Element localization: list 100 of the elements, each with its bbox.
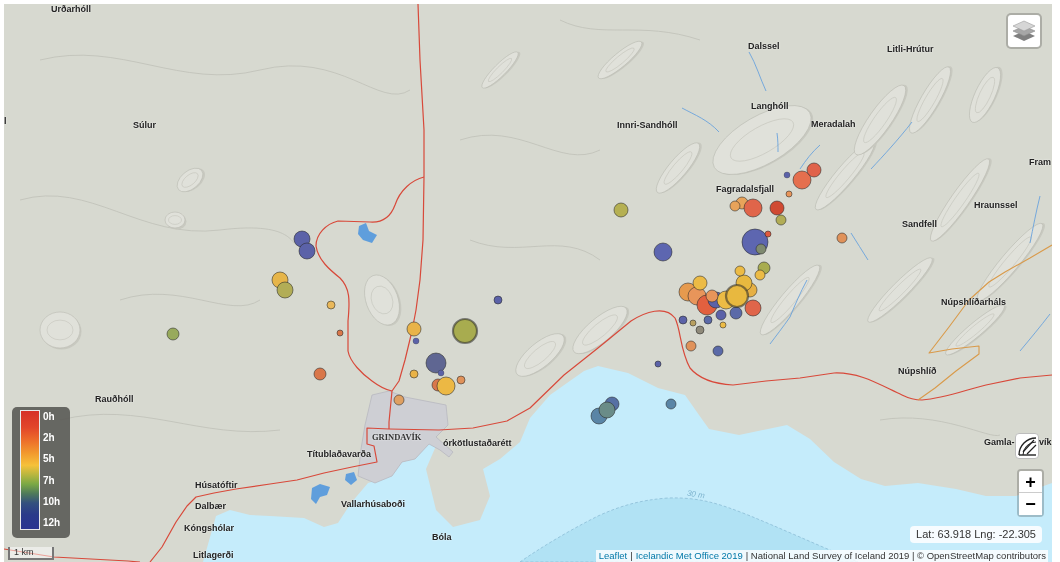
earthquake-marker[interactable] — [678, 315, 688, 325]
place-label: vík — [1039, 436, 1052, 448]
stream-line — [870, 121, 913, 170]
earthquake-marker[interactable] — [785, 190, 793, 198]
earthquake-marker[interactable] — [769, 200, 785, 216]
hill-shading — [854, 84, 908, 156]
earthquake-marker[interactable] — [692, 275, 708, 291]
earthquake-marker[interactable] — [743, 198, 763, 218]
earthquake-marker[interactable] — [313, 367, 327, 381]
earthquake-marker[interactable] — [425, 352, 447, 374]
earthquake-marker[interactable] — [406, 321, 422, 337]
place-label: Rauðhóll — [95, 393, 134, 405]
place-label: Dalbær — [195, 500, 226, 512]
place-label: Meradalah — [811, 118, 856, 130]
earthquake-marker[interactable] — [276, 281, 294, 299]
earthquake-marker[interactable] — [744, 299, 762, 317]
earthquake-marker[interactable] — [412, 337, 420, 345]
earthquake-marker[interactable] — [734, 265, 746, 277]
earthquake-marker[interactable] — [393, 394, 405, 406]
earthquake-marker[interactable] — [705, 289, 719, 303]
earthquake-marker[interactable] — [729, 200, 741, 212]
hill-shading — [176, 167, 205, 193]
town-label: GRINDAVÍK — [372, 431, 422, 443]
stream-line — [850, 232, 869, 261]
place-label: Litli-Hrútur — [887, 43, 934, 55]
earthquake-marker[interactable] — [724, 283, 750, 309]
earthquake-marker[interactable] — [689, 319, 697, 327]
earthquake-marker[interactable] — [437, 369, 445, 377]
legend-label: 0h — [43, 411, 56, 423]
hill-shading — [39, 311, 82, 350]
place-label: Bóla — [432, 531, 452, 543]
place-label: Innri-Sandhóll — [617, 119, 678, 131]
earthquake-marker[interactable] — [783, 171, 791, 179]
earthquake-marker[interactable] — [719, 321, 727, 329]
earthquake-marker[interactable] — [654, 360, 662, 368]
measure-button[interactable] — [1015, 433, 1039, 459]
stream-line — [748, 51, 767, 92]
earthquake-marker[interactable] — [715, 309, 727, 321]
earthquake-marker[interactable] — [613, 202, 629, 218]
earthquake-marker[interactable] — [685, 340, 697, 352]
earthquake-marker[interactable] — [598, 401, 616, 419]
earthquake-marker[interactable] — [653, 242, 673, 262]
attribution-text: | National Land Survey of Iceland 2019 | © OpenStreetMap contributors — [745, 550, 1046, 562]
earthquake-marker[interactable] — [806, 162, 822, 178]
hill-shading — [364, 274, 402, 326]
earthquake-marker[interactable] — [775, 214, 787, 226]
earthquake-marker[interactable] — [712, 345, 724, 357]
lake — [358, 223, 377, 243]
place-label: Gamla- — [984, 436, 1015, 448]
hill-shading — [656, 142, 702, 194]
earthquake-marker[interactable] — [792, 170, 812, 190]
place-label: Núpshlíð — [898, 365, 937, 377]
hill-shading — [909, 66, 953, 134]
place-label: Húsatóftir — [195, 479, 238, 491]
hill-shading — [760, 264, 822, 336]
layers-button[interactable] — [1006, 13, 1042, 49]
earthquake-marker[interactable] — [665, 398, 677, 410]
earthquake-marker[interactable] — [754, 269, 766, 281]
hill-shading — [969, 66, 1003, 123]
hill-shading — [164, 211, 187, 230]
earthquake-marker[interactable] — [836, 232, 848, 244]
earthquake-marker[interactable] — [764, 230, 772, 238]
earthquake-marker[interactable] — [298, 242, 316, 260]
scale-bar: 1 km — [8, 547, 54, 560]
place-label: Urðarhóll — [51, 4, 91, 15]
earthquake-marker[interactable] — [695, 325, 705, 335]
legend-label: 2h — [43, 432, 56, 445]
place-label: l — [4, 115, 7, 127]
attribution-link[interactable]: Leaflet — [598, 550, 628, 562]
protractor-icon — [1017, 436, 1037, 456]
earthquake-marker[interactable] — [326, 300, 336, 310]
stream-line — [1029, 195, 1041, 244]
place-label: Fagradalsfjall — [716, 183, 775, 195]
earthquake-marker[interactable] — [451, 317, 479, 345]
earthquake-marker[interactable] — [166, 327, 180, 341]
hill-shading — [515, 333, 567, 377]
place-label: Litlagerði — [193, 549, 234, 561]
place-label: Fram — [1029, 156, 1051, 168]
attribution-link[interactable]: Icelandic Met Office 2019 — [635, 550, 743, 562]
zoom-in-button[interactable]: + — [1019, 471, 1042, 493]
legend-label: 12h — [43, 516, 61, 529]
place-label: órkötlustaðarétt — [443, 437, 512, 449]
hill-shading — [867, 257, 935, 323]
earthquake-marker[interactable] — [456, 375, 466, 385]
earthquake-marker[interactable] — [336, 329, 344, 337]
stream-line — [1019, 313, 1051, 352]
coordinates-readout: Lat: 63.918 Lng: -22.305 — [910, 526, 1042, 543]
zoom-out-button[interactable]: − — [1019, 493, 1042, 515]
earthquake-marker[interactable] — [729, 306, 743, 320]
earthquake-marker[interactable] — [409, 369, 419, 379]
place-label: Súlur — [133, 119, 156, 131]
earthquake-marker[interactable] — [493, 295, 503, 305]
place-label: Vallarhúsaboði — [341, 498, 406, 510]
earthquake-marker[interactable] — [755, 243, 767, 255]
earthquake-marker[interactable] — [436, 376, 456, 396]
place-label: Sandfell — [902, 218, 937, 230]
earthquake-marker[interactable] — [703, 315, 713, 325]
place-label: Dalssel — [748, 40, 780, 52]
stream-line — [681, 107, 720, 133]
hill-shading — [481, 51, 521, 89]
